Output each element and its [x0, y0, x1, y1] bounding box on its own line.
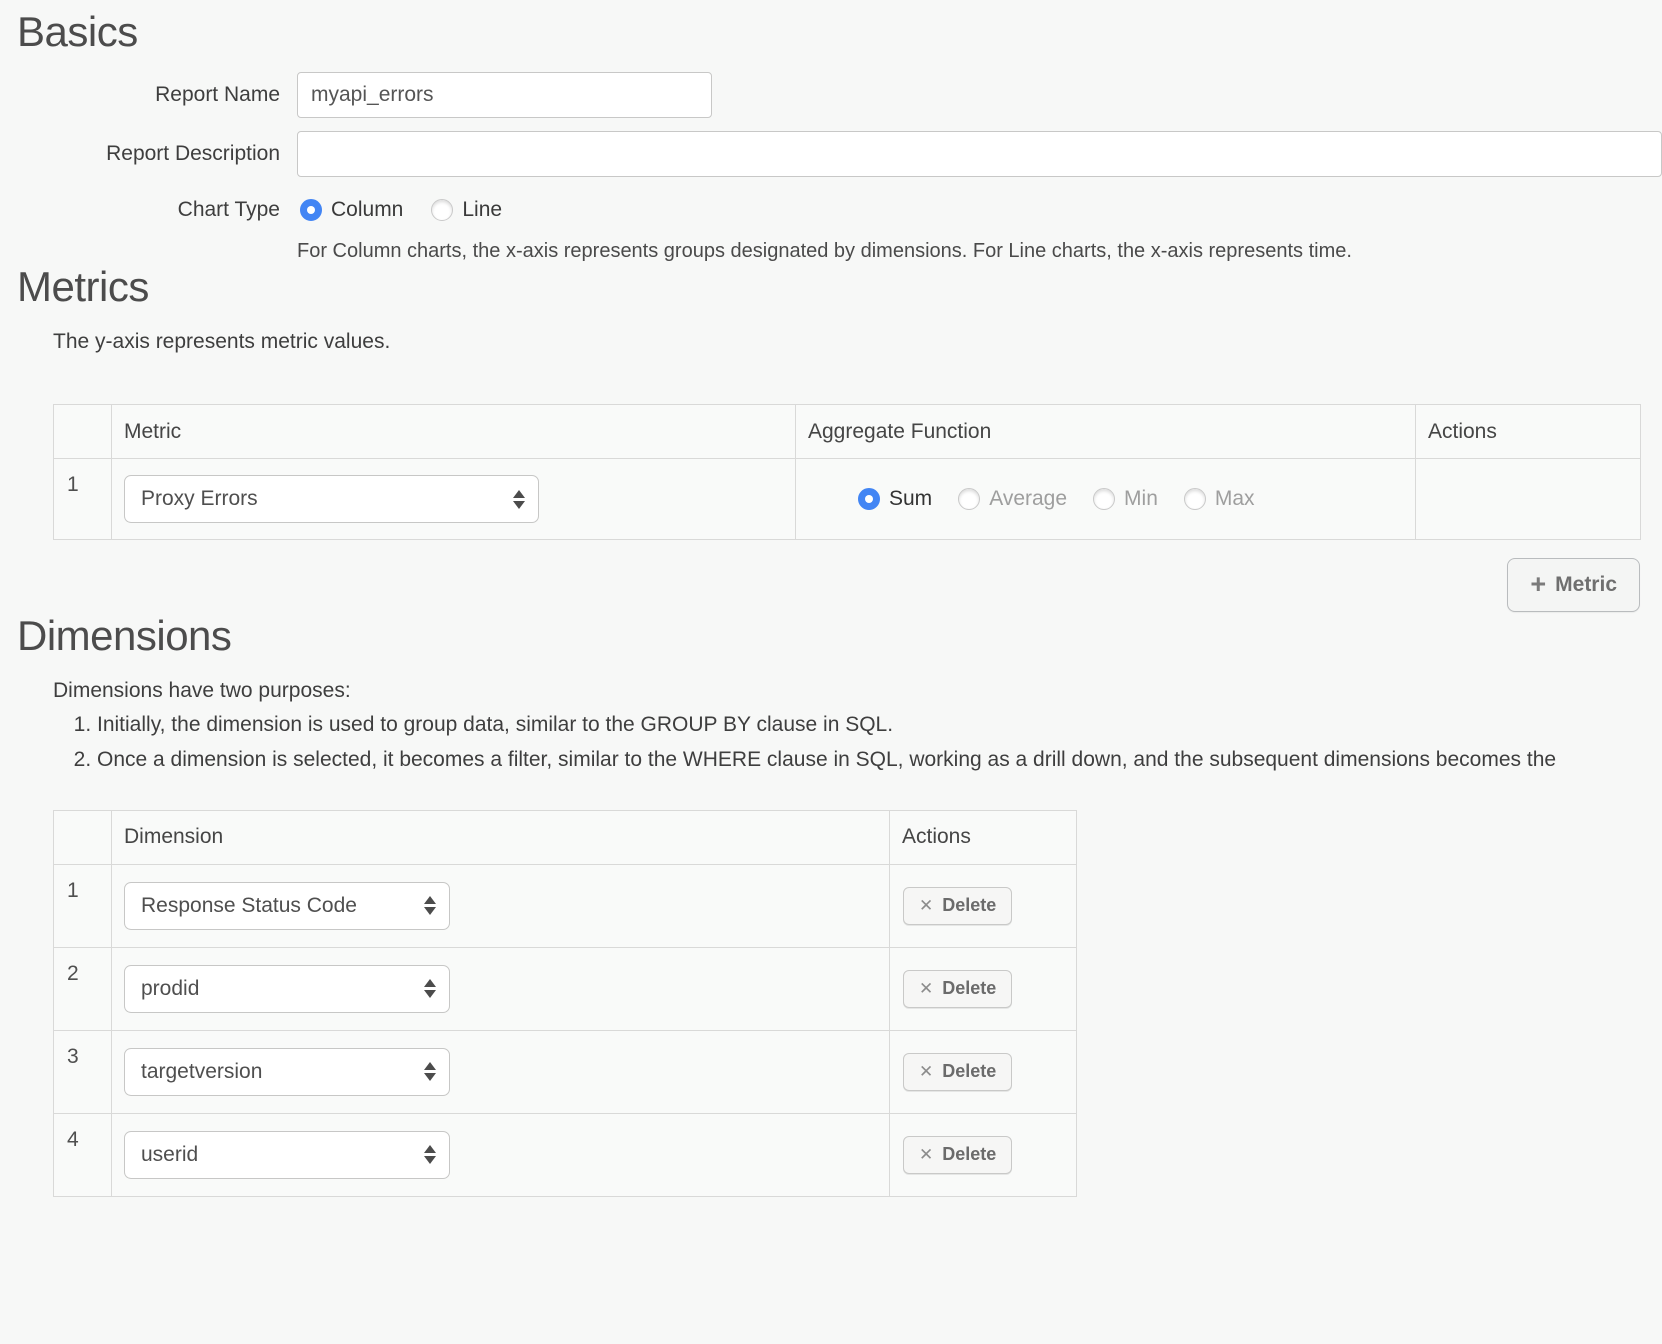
metrics-section: Metrics The y-axis represents metric val… — [0, 263, 1662, 612]
delete-button-label: Delete — [942, 1061, 996, 1082]
select-caret-icon — [424, 979, 436, 998]
basics-section: Basics Report Name Report Description Ch… — [0, 0, 1662, 263]
select-caret-icon — [424, 896, 436, 915]
delete-button-label: Delete — [942, 1144, 996, 1165]
dimensions-description: Dimensions have two purposes: — [53, 679, 1662, 703]
dimensions-section: Dimensions Dimensions have two purposes:… — [0, 612, 1662, 1197]
dimension-select-4[interactable]: userid — [124, 1131, 450, 1179]
chart-type-row: Chart Type Column Line — [0, 194, 1662, 226]
dimension-purpose-2: Once a dimension is selected, it becomes… — [97, 746, 1662, 773]
metric-row-1: 1 Proxy Errors Sum Average — [54, 459, 1641, 540]
dimensions-actions-column-header: Actions — [890, 810, 1077, 864]
dimensions-table-header-row: Dimension Actions — [54, 810, 1077, 864]
dimension-purposes-list: Initially, the dimension is used to grou… — [0, 711, 1662, 774]
report-description-input[interactable] — [297, 131, 1662, 177]
metrics-actions-column-header: Actions — [1416, 405, 1641, 459]
aggregate-min-radio[interactable] — [1093, 488, 1115, 510]
report-name-row: Report Name — [0, 72, 1662, 118]
dimension-row-1: 1 Response Status Code ✕ Delete — [54, 864, 1077, 947]
aggregate-min-label[interactable]: Min — [1124, 487, 1158, 511]
custom-report-builder-page: Basics Report Name Report Description Ch… — [0, 0, 1662, 1344]
aggregate-average-radio[interactable] — [958, 488, 980, 510]
delete-dimension-button-4[interactable]: ✕ Delete — [903, 1136, 1012, 1174]
dimension-select-value: prodid — [141, 977, 199, 1001]
report-name-label: Report Name — [0, 83, 280, 107]
basics-heading: Basics — [17, 0, 1662, 55]
dimension-row-index: 4 — [54, 1113, 112, 1196]
delete-button-label: Delete — [942, 895, 996, 916]
dimension-row-4: 4 userid ✕ Delete — [54, 1113, 1077, 1196]
delete-button-label: Delete — [942, 978, 996, 999]
aggregate-average-label[interactable]: Average — [989, 487, 1067, 511]
aggregate-max-radio[interactable] — [1184, 488, 1206, 510]
metrics-table-header-row: Metric Aggregate Function Actions — [54, 405, 1641, 459]
dimension-select-1[interactable]: Response Status Code — [124, 882, 450, 930]
metric-select-value: Proxy Errors — [141, 487, 258, 511]
chart-type-label: Chart Type — [0, 198, 280, 222]
report-description-label: Report Description — [0, 142, 280, 166]
dimension-row-3: 3 targetversion ✕ Delete — [54, 1030, 1077, 1113]
aggregate-sum-radio[interactable] — [858, 488, 880, 510]
add-metric-button-row: + Metric — [0, 558, 1640, 612]
chart-type-help-text: For Column charts, the x-axis represents… — [297, 240, 1662, 263]
plus-icon: + — [1530, 571, 1546, 598]
delete-dimension-button-2[interactable]: ✕ Delete — [903, 970, 1012, 1008]
select-caret-icon — [513, 490, 525, 509]
chart-type-line-label[interactable]: Line — [462, 198, 502, 222]
dimension-row-2: 2 prodid ✕ Delete — [54, 947, 1077, 1030]
dimension-select-value: userid — [141, 1143, 198, 1167]
chart-type-column-label[interactable]: Column — [331, 198, 403, 222]
dimension-select-3[interactable]: targetversion — [124, 1048, 450, 1096]
dimensions-heading: Dimensions — [17, 612, 1662, 659]
delete-x-icon: ✕ — [919, 980, 933, 997]
delete-dimension-button-1[interactable]: ✕ Delete — [903, 887, 1012, 925]
dimension-select-value: targetversion — [141, 1060, 262, 1084]
metrics-table: Metric Aggregate Function Actions 1 Prox… — [53, 404, 1641, 540]
dimension-purpose-1: Initially, the dimension is used to grou… — [97, 711, 1662, 738]
dimension-row-index: 2 — [54, 947, 112, 1030]
metrics-index-header — [54, 405, 112, 459]
dimension-select-2[interactable]: prodid — [124, 965, 450, 1013]
chart-type-radio-group: Column Line — [300, 198, 530, 222]
dimension-column-header: Dimension — [112, 810, 890, 864]
metrics-heading: Metrics — [17, 263, 1662, 310]
delete-dimension-button-3[interactable]: ✕ Delete — [903, 1053, 1012, 1091]
aggregate-radio-group: Sum Average Min Max — [858, 487, 1414, 511]
delete-x-icon: ✕ — [919, 1063, 933, 1080]
aggregate-sum-label[interactable]: Sum — [889, 487, 932, 511]
report-description-row: Report Description — [0, 131, 1662, 177]
metrics-description: The y-axis represents metric values. — [53, 330, 1662, 354]
delete-x-icon: ✕ — [919, 1146, 933, 1163]
aggregate-function-column-header: Aggregate Function — [796, 405, 1416, 459]
dimensions-index-header — [54, 810, 112, 864]
select-caret-icon — [424, 1062, 436, 1081]
chart-type-column-radio[interactable] — [300, 199, 322, 221]
dimension-select-value: Response Status Code — [141, 894, 357, 918]
add-metric-button-label: Metric — [1555, 573, 1617, 597]
report-name-input[interactable] — [297, 72, 712, 118]
metric-select[interactable]: Proxy Errors — [124, 475, 539, 523]
dimensions-table: Dimension Actions 1 Response Status Code — [53, 810, 1077, 1197]
add-metric-button[interactable]: + Metric — [1507, 558, 1640, 612]
aggregate-max-label[interactable]: Max — [1215, 487, 1255, 511]
dimension-row-index: 1 — [54, 864, 112, 947]
metric-actions-cell — [1416, 459, 1641, 540]
metric-row-index: 1 — [54, 459, 112, 540]
delete-x-icon: ✕ — [919, 897, 933, 914]
metric-column-header: Metric — [112, 405, 796, 459]
chart-type-line-radio[interactable] — [431, 199, 453, 221]
dimension-row-index: 3 — [54, 1030, 112, 1113]
select-caret-icon — [424, 1145, 436, 1164]
